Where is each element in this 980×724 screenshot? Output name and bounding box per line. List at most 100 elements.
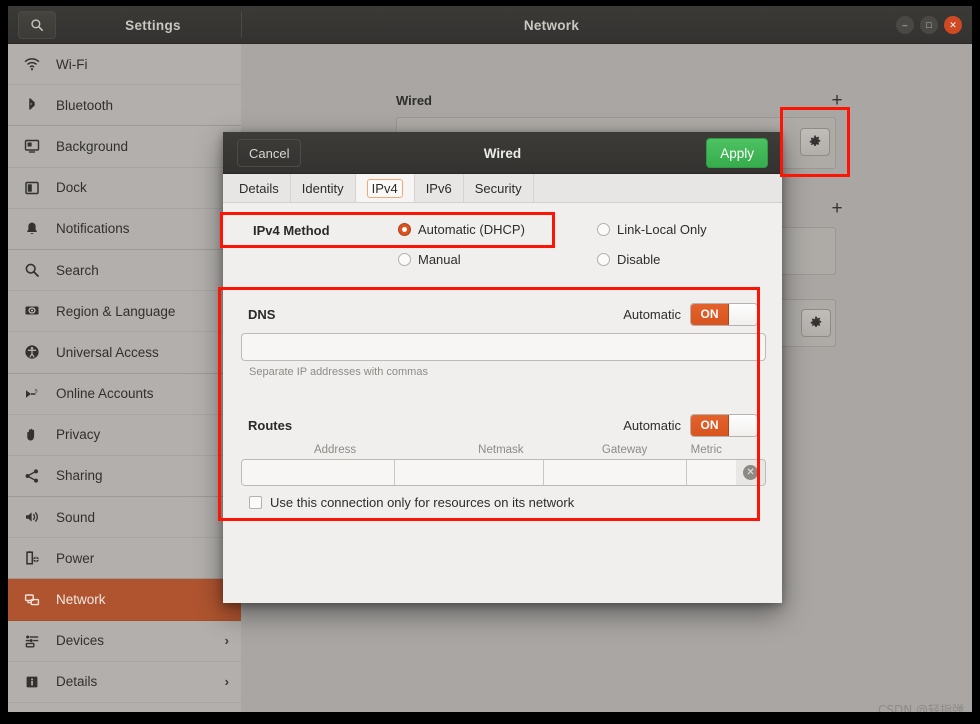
toggle-on-label: ON <box>691 303 729 325</box>
speaker-icon <box>26 512 38 523</box>
sidebar-item-region-and-language[interactable]: Region & Language <box>8 291 241 333</box>
toggle-knob <box>729 414 757 436</box>
online-accounts-icon: s <box>24 385 48 403</box>
minimize-button[interactable]: – <box>896 16 914 34</box>
network-icon <box>24 591 48 609</box>
connection-settings-gear-button-2[interactable] <box>801 309 831 337</box>
sidebar-item-label: Network <box>56 592 106 608</box>
sidebar-item-search[interactable]: Search <box>8 250 241 292</box>
dns-title: DNS <box>248 306 276 322</box>
speaker-icon <box>24 508 48 526</box>
sharing-icon <box>25 469 38 483</box>
sidebar-item-background[interactable]: Background <box>8 126 241 168</box>
routes-automatic-toggle[interactable]: ON <box>690 413 758 437</box>
radio-indicator <box>398 253 411 266</box>
settings-window: Settings Network – □ ✕ Wi-Fi Bluetooth Bac… <box>8 6 972 712</box>
dns-hint: Separate IP addresses with commas <box>249 366 428 378</box>
search-icon <box>25 263 39 277</box>
sidebar-item-details[interactable]: Details › <box>8 662 241 703</box>
toggle-knob <box>729 303 757 325</box>
wired-connection-dialog: Wired Cancel Apply Details Identity IPv4 IP… <box>223 132 782 603</box>
table-row: ✕ <box>241 459 766 486</box>
tab-details[interactable]: Details <box>228 174 291 202</box>
delete-route-button[interactable]: ✕ <box>736 460 765 485</box>
routes-automatic-control: Automatic ON <box>623 410 758 440</box>
sidebar-item-label: Details <box>56 674 98 690</box>
route-address-input[interactable] <box>242 460 396 485</box>
dns-automatic-control: Automatic ON <box>623 299 758 329</box>
chevron-right-icon: › <box>224 633 229 649</box>
sidebar-item-universal-access[interactable]: Universal Access <box>8 332 241 374</box>
tab-ipv4[interactable]: IPv4 <box>355 174 415 202</box>
sidebar-item-sound[interactable]: Sound <box>8 497 241 539</box>
radio-link-local-only[interactable]: Link-Local Only <box>597 222 707 237</box>
sidebar-item-dock[interactable]: Dock <box>8 168 241 209</box>
sidebar-item-label: Online Accounts <box>56 386 154 402</box>
radio-manual[interactable]: Manual <box>398 252 461 267</box>
route-metric-input[interactable] <box>686 460 737 485</box>
search-button[interactable] <box>18 11 56 39</box>
routes-col-netmask: Netmask <box>478 444 524 456</box>
dock-icon <box>25 181 39 194</box>
devices-icon <box>24 632 48 650</box>
radio-label: Automatic (DHCP) <box>418 222 525 237</box>
privacy-hand-icon <box>24 426 48 444</box>
battery-icon <box>26 551 39 565</box>
sidebar-item-wi-fi[interactable]: Wi-Fi <box>8 44 241 86</box>
close-button[interactable]: ✕ <box>944 16 962 34</box>
add-vpn-button[interactable]: + <box>826 197 848 219</box>
radio-label: Link-Local Only <box>617 222 707 237</box>
radio-automatic-dhcp[interactable]: Automatic (DHCP) <box>398 222 525 237</box>
info-icon <box>24 673 48 691</box>
routes-col-metric: Metric <box>690 444 722 456</box>
maximize-button[interactable]: □ <box>920 16 938 34</box>
battery-icon <box>24 549 48 567</box>
sidebar-item-notifications[interactable]: Notifications <box>8 209 241 250</box>
sidebar-item-label: Universal Access <box>56 344 159 360</box>
wired-section-title: Wired <box>396 93 432 108</box>
tab-ipv6[interactable]: IPv6 <box>415 174 464 202</box>
sidebar-item-power[interactable]: Power <box>8 538 241 580</box>
cancel-button[interactable]: Cancel <box>237 139 302 167</box>
sidebar[interactable]: Wi-Fi Bluetooth Background Dock Notification… <box>8 44 241 712</box>
route-gateway-input[interactable] <box>543 460 687 485</box>
ipv4-method-section: IPv4 Method Automatic (DHCP) Manual Link… <box>241 213 766 273</box>
sidebar-item-privacy[interactable]: Privacy <box>8 415 241 456</box>
routes-col-gateway: Gateway <box>601 444 648 456</box>
gear-icon <box>810 316 822 328</box>
sidebar-item-devices[interactable]: Devices › <box>8 621 241 662</box>
sidebar-item-online-accounts[interactable]: s Online Accounts <box>8 374 241 415</box>
sidebar-item-sharing[interactable]: Sharing <box>8 456 241 498</box>
routes-header: Routes Automatic ON <box>241 410 766 440</box>
add-wired-button[interactable]: + <box>826 89 848 111</box>
apply-button[interactable]: Apply <box>706 138 768 168</box>
dialog-body: IPv4 Method Automatic (DHCP) Manual Link… <box>223 203 782 602</box>
bell-icon <box>27 222 37 235</box>
tab-label: IPv4 <box>366 178 403 198</box>
sidebar-item-label: Sharing <box>56 468 103 484</box>
sidebar-item-network[interactable]: Network <box>8 579 241 621</box>
panel-title: Network <box>523 17 580 33</box>
tab-identity[interactable]: Identity <box>291 174 356 202</box>
title-bar: Settings Network – □ ✕ <box>8 6 972 44</box>
sidebar-item-label: Wi-Fi <box>56 56 88 72</box>
sidebar-item-label: Notifications <box>56 221 130 237</box>
radio-disable[interactable]: Disable <box>597 252 660 267</box>
wired-settings-gear-button[interactable] <box>800 128 830 156</box>
tab-label: Security <box>474 180 522 196</box>
dialog-tab-bar[interactable]: Details Identity IPv4 IPv6 Security <box>223 174 782 203</box>
tab-security[interactable]: Security <box>464 174 534 202</box>
privacy-hand-icon <box>27 428 35 441</box>
settings-window-title: Settings <box>125 17 181 33</box>
dns-servers-input[interactable] <box>241 333 766 361</box>
dns-automatic-toggle[interactable]: ON <box>690 302 758 326</box>
radio-indicator <box>597 253 610 266</box>
restrict-to-network-checkbox[interactable] <box>249 496 262 509</box>
dns-header: DNS Automatic ON <box>241 299 766 329</box>
search-icon <box>24 261 48 279</box>
routes-col-address: Address <box>313 444 357 456</box>
ipv4-method-label: IPv4 Method <box>253 223 330 238</box>
sidebar-item-bluetooth[interactable]: Bluetooth <box>8 85 241 127</box>
restrict-to-network-checkbox-row[interactable]: Use this connection only for resources o… <box>249 495 766 510</box>
route-netmask-input[interactable] <box>395 460 544 485</box>
